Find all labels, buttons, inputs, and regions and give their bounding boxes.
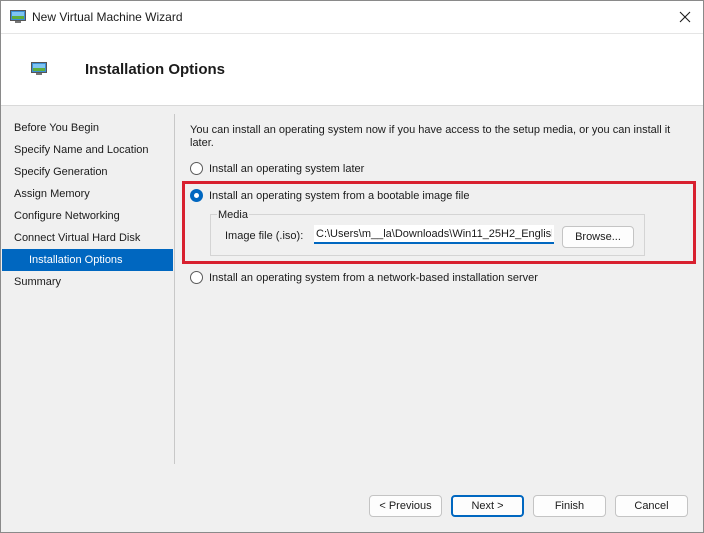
- nav-item-installation-options[interactable]: Installation Options: [2, 249, 173, 271]
- nav-item-specify-name-location[interactable]: Specify Name and Location: [2, 139, 173, 161]
- close-icon: [679, 11, 691, 23]
- window-title: New Virtual Machine Wizard: [32, 10, 183, 24]
- close-button[interactable]: [667, 1, 703, 33]
- vm-header-icon: [31, 62, 47, 75]
- media-group-label: Media: [217, 209, 249, 221]
- installation-options-panel: You can install an operating system now …: [190, 124, 695, 205]
- nav-divider: [174, 114, 175, 464]
- title-bar[interactable]: New Virtual Machine Wizard: [1, 1, 703, 34]
- wizard-header: Installation Options: [1, 34, 703, 106]
- nav-item-assign-memory[interactable]: Assign Memory: [2, 183, 173, 205]
- nav-item-before-you-begin[interactable]: Before You Begin: [2, 117, 173, 139]
- wizard-window: New Virtual Machine Wizard Installation …: [0, 0, 704, 533]
- nav-item-configure-networking[interactable]: Configure Networking: [2, 205, 173, 227]
- intro-text: You can install an operating system now …: [190, 124, 671, 149]
- wizard-steps-nav: Before You Begin Specify Name and Locati…: [2, 117, 173, 293]
- radio-bootable-image[interactable]: [190, 189, 203, 202]
- vm-window-icon: [10, 10, 26, 23]
- finish-button[interactable]: Finish: [533, 495, 606, 517]
- image-file-label: Image file (.iso):: [225, 230, 304, 242]
- next-button[interactable]: Next >: [451, 495, 524, 517]
- option-bootable-image[interactable]: Install an operating system from a boota…: [190, 187, 695, 205]
- nav-item-specify-generation[interactable]: Specify Generation: [2, 161, 173, 183]
- browse-button[interactable]: Browse...: [562, 226, 634, 248]
- option-bootable-image-label: Install an operating system from a boota…: [209, 190, 470, 202]
- image-file-input[interactable]: [314, 225, 554, 244]
- cancel-button[interactable]: Cancel: [615, 495, 688, 517]
- radio-install-later[interactable]: [190, 162, 203, 175]
- radio-network-server[interactable]: [190, 271, 203, 284]
- option-network-server-row: Install an operating system from a netwo…: [190, 269, 695, 287]
- previous-button[interactable]: < Previous: [369, 495, 442, 517]
- option-network-server-label: Install an operating system from a netwo…: [209, 272, 538, 284]
- page-title: Installation Options: [85, 61, 226, 78]
- option-install-later-label: Install an operating system later: [209, 163, 365, 175]
- nav-item-summary[interactable]: Summary: [2, 271, 173, 293]
- wizard-body: Before You Begin Specify Name and Locati…: [1, 106, 703, 532]
- option-install-later[interactable]: Install an operating system later: [190, 160, 695, 178]
- nav-item-connect-virtual-hard-disk[interactable]: Connect Virtual Hard Disk: [2, 227, 173, 249]
- option-network-server[interactable]: Install an operating system from a netwo…: [190, 269, 695, 287]
